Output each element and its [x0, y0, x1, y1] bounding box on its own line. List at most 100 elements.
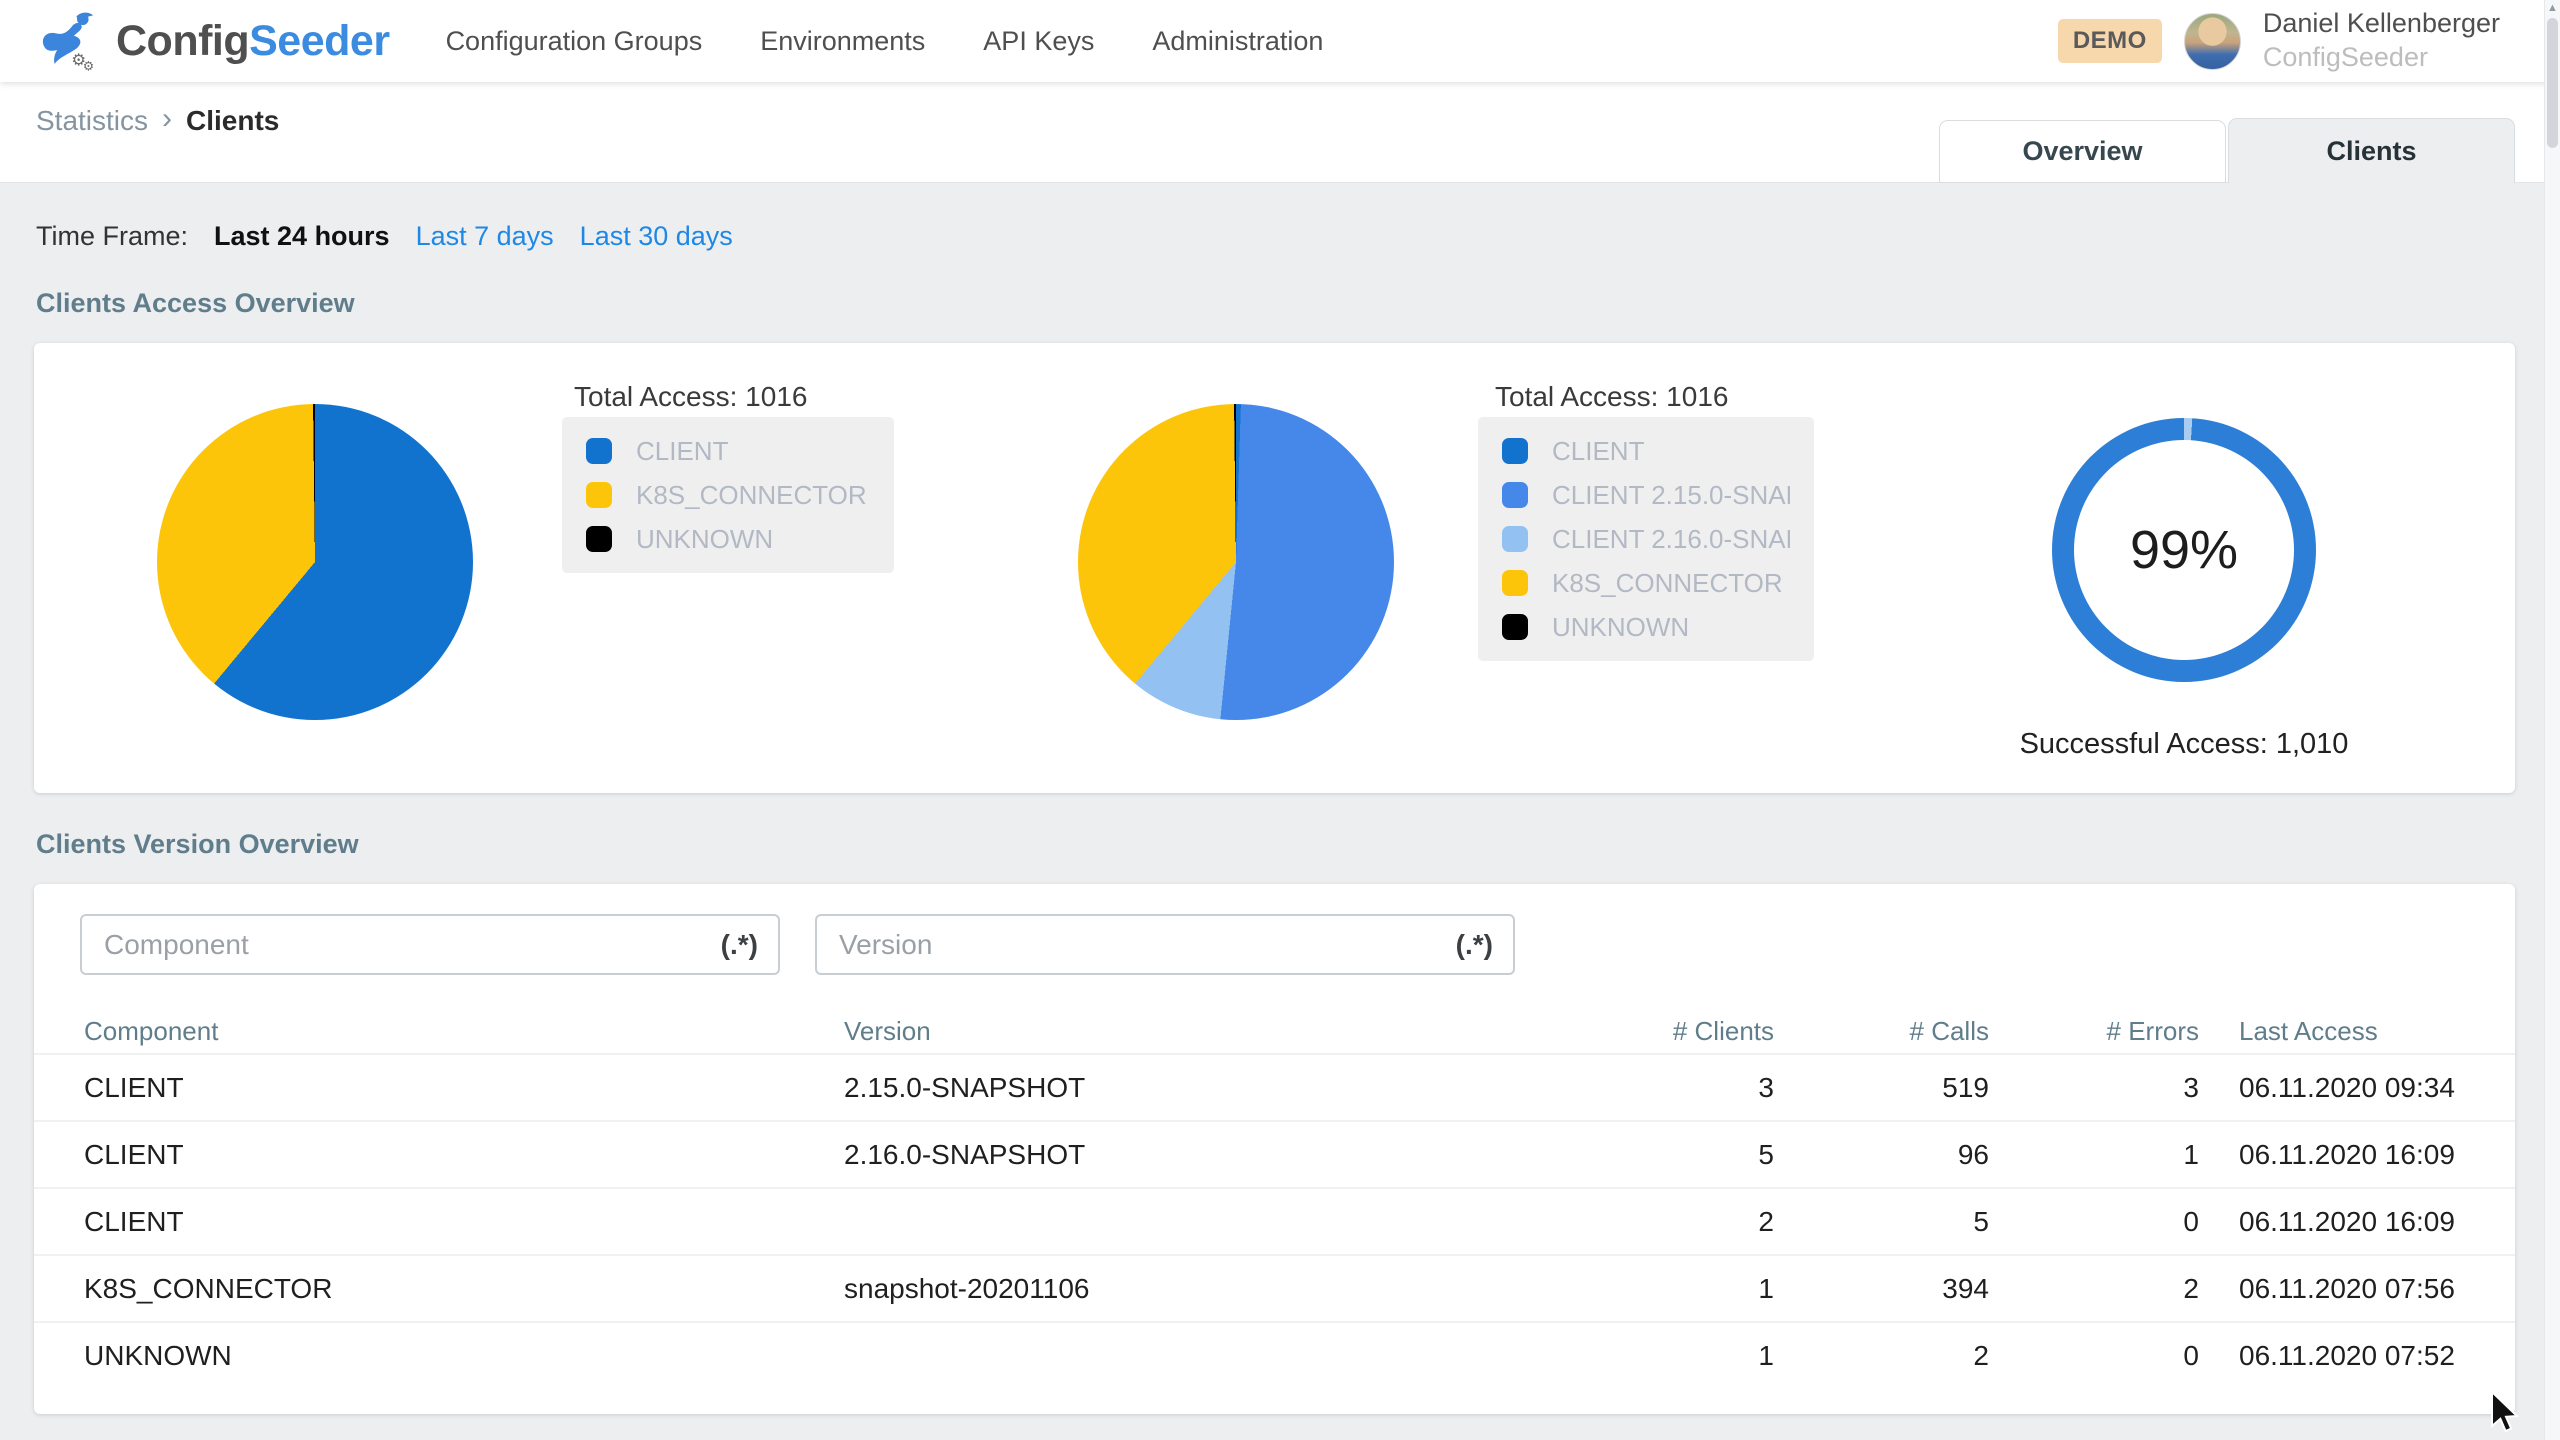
- cell-calls: 519: [1774, 1072, 1989, 1104]
- cell-component: CLIENT: [84, 1072, 844, 1104]
- tab-group: Overview Clients: [1937, 118, 2515, 183]
- clients-version-card: (.*) (.*) Component Version # Clients # …: [34, 884, 2515, 1414]
- table-row: UNKNOWN 1 2 0 06.11.2020 07:52: [34, 1321, 2515, 1388]
- cell-calls: 96: [1774, 1139, 1989, 1171]
- cell-component: UNKNOWN: [84, 1340, 844, 1372]
- pie-chart-versions: [1078, 404, 1394, 720]
- cell-clients: 3: [1544, 1072, 1774, 1104]
- legend-label: CLIENT: [636, 436, 728, 467]
- user-org: ConfigSeeder: [2263, 41, 2500, 75]
- timeframe-option[interactable]: Last 30 days: [580, 221, 733, 252]
- timeframe-options: Last 24 hours Last 7 days Last 30 days: [214, 221, 733, 252]
- legend-label: K8S_CONNECTOR snapsho…: [1552, 568, 1790, 599]
- breadcrumb-statistics[interactable]: Statistics: [36, 105, 148, 137]
- legend-item[interactable]: UNKNOWN: [1502, 605, 1790, 649]
- cell-clients: 2: [1544, 1206, 1774, 1238]
- legend-item[interactable]: CLIENT 2.15.0-SNAPSHOT: [1502, 473, 1790, 517]
- donut-hole: 99%: [2074, 440, 2294, 660]
- configseeder-logo-icon: ⚙ ⚙: [38, 9, 102, 73]
- legend-label: K8S_CONNECTOR: [636, 480, 867, 511]
- legend-label: CLIENT 2.16.0-SNAPSHOT: [1552, 524, 1790, 555]
- demo-badge: DEMO: [2058, 19, 2162, 63]
- breadcrumb-bar: Statistics › Clients Overview Clients: [0, 82, 2560, 183]
- nav-item[interactable]: Administration: [1152, 26, 1323, 57]
- success-donut-chart: 99%: [2052, 418, 2316, 682]
- pie1-legend: CLIENT K8S_CONNECTOR UNKNOWN: [562, 417, 894, 573]
- table-filters: (.*) (.*): [34, 884, 2515, 975]
- app-logo[interactable]: ⚙ ⚙ ConfigSeeder: [38, 9, 390, 73]
- legend-item[interactable]: CLIENT: [586, 429, 870, 473]
- cell-calls: 2: [1774, 1340, 1989, 1372]
- version-overview-title: Clients Version Overview: [36, 829, 2515, 860]
- timeframe-label: Time Frame:: [36, 221, 188, 252]
- cell-clients: 5: [1544, 1139, 1774, 1171]
- nav-item[interactable]: API Keys: [983, 26, 1094, 57]
- legend-label: CLIENT: [1552, 436, 1644, 467]
- success-donut-group: 99% Successful Access: 1,010: [2014, 418, 2354, 761]
- legend-item[interactable]: CLIENT 2.16.0-SNAPSHOT: [1502, 517, 1790, 561]
- legend-item[interactable]: UNKNOWN: [586, 517, 870, 561]
- cell-errors: 1: [1989, 1139, 2199, 1171]
- version-regex-suffix: (.*): [1456, 929, 1493, 961]
- legend-swatch: [586, 438, 612, 464]
- tab[interactable]: Overview: [1939, 120, 2226, 183]
- svg-text:⚙: ⚙: [83, 58, 94, 73]
- cell-component: K8S_CONNECTOR: [84, 1273, 844, 1305]
- cell-last-access: 06.11.2020 16:09: [2199, 1206, 2485, 1238]
- legend-item[interactable]: K8S_CONNECTOR: [586, 473, 870, 517]
- tab[interactable]: Clients: [2228, 118, 2515, 183]
- page-content: Time Frame: Last 24 hours Last 7 days La…: [0, 183, 2560, 1414]
- scrollbar-up-icon[interactable]: ▲: [2545, 2, 2560, 14]
- legend-item[interactable]: K8S_CONNECTOR snapsho…: [1502, 561, 1790, 605]
- table-row: CLIENT 2.16.0-SNAPSHOT 5 96 1 06.11.2020…: [34, 1120, 2515, 1187]
- top-navbar: ⚙ ⚙ ConfigSeeder Configuration Groups En…: [0, 0, 2560, 82]
- col-component: Component: [84, 1016, 844, 1047]
- cell-component: CLIENT: [84, 1206, 844, 1238]
- clients-version-table: Component Version # Clients # Calls # Er…: [34, 1009, 2515, 1388]
- nav-item[interactable]: Environments: [760, 26, 925, 57]
- legend-swatch: [1502, 614, 1528, 640]
- pie-chart-components: [157, 404, 473, 720]
- component-filter-input[interactable]: [104, 929, 721, 961]
- col-version: Version: [844, 1016, 1544, 1047]
- cell-errors: 0: [1989, 1206, 2199, 1238]
- component-filter-group: (.*): [80, 914, 780, 975]
- timeframe-row: Time Frame: Last 24 hours Last 7 days La…: [36, 221, 2515, 252]
- success-caption: Successful Access: 1,010: [2014, 728, 2354, 761]
- user-avatar[interactable]: [2184, 13, 2241, 70]
- legend-item[interactable]: CLIENT: [1502, 429, 1790, 473]
- nav-item[interactable]: Configuration Groups: [446, 26, 703, 57]
- col-errors: # Errors: [1989, 1016, 2199, 1047]
- user-menu[interactable]: Daniel Kellenberger ConfigSeeder: [2263, 7, 2500, 75]
- cell-calls: 5: [1774, 1206, 1989, 1238]
- breadcrumb-current: Clients: [186, 105, 279, 137]
- cell-version: 2.16.0-SNAPSHOT: [844, 1139, 1544, 1171]
- table-body: CLIENT 2.15.0-SNAPSHOT 3 519 3 06.11.202…: [34, 1053, 2515, 1388]
- cell-calls: 394: [1774, 1273, 1989, 1305]
- cell-last-access: 06.11.2020 16:09: [2199, 1139, 2485, 1171]
- cell-errors: 0: [1989, 1340, 2199, 1372]
- clients-access-card: Total Access: 1016 CLIENT K8S_CONNECTOR …: [34, 343, 2515, 793]
- breadcrumb: Statistics › Clients: [36, 104, 279, 138]
- scrollbar-thumb[interactable]: [2547, 18, 2558, 148]
- legend-swatch: [1502, 438, 1528, 464]
- cell-component: CLIENT: [84, 1139, 844, 1171]
- cell-errors: 2: [1989, 1273, 2199, 1305]
- table-row: K8S_CONNECTOR snapshot-20201106 1 394 2 …: [34, 1254, 2515, 1321]
- legend-swatch: [1502, 570, 1528, 596]
- vertical-scrollbar[interactable]: ▲: [2544, 0, 2560, 1440]
- version-filter-input[interactable]: [839, 929, 1456, 961]
- cell-last-access: 06.11.2020 07:52: [2199, 1340, 2485, 1372]
- timeframe-option[interactable]: Last 7 days: [416, 221, 554, 252]
- user-name: Daniel Kellenberger: [2263, 7, 2500, 41]
- app-title: ConfigSeeder: [116, 17, 390, 66]
- pie1-total-access: Total Access: 1016: [574, 381, 807, 413]
- timeframe-option[interactable]: Last 24 hours: [214, 221, 390, 252]
- legend-label: UNKNOWN: [1552, 612, 1689, 643]
- col-calls: # Calls: [1774, 1016, 1989, 1047]
- legend-swatch: [1502, 526, 1528, 552]
- legend-label: CLIENT 2.15.0-SNAPSHOT: [1552, 480, 1790, 511]
- cell-last-access: 06.11.2020 09:34: [2199, 1072, 2485, 1104]
- cell-version: snapshot-20201106: [844, 1273, 1544, 1305]
- access-overview-title: Clients Access Overview: [36, 288, 2515, 319]
